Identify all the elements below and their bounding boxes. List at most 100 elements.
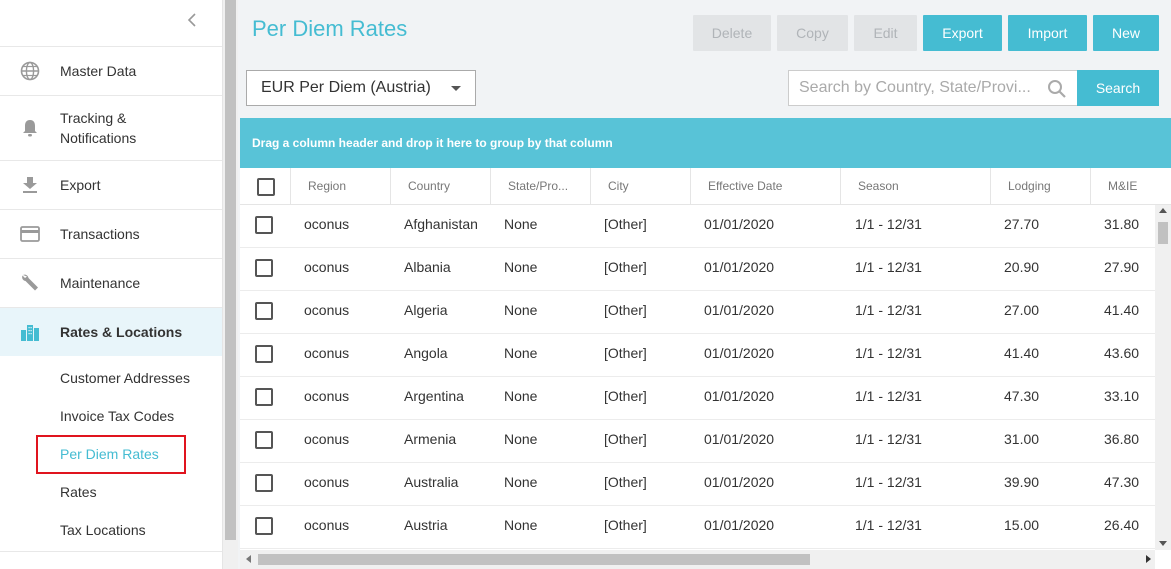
cell-state: None bbox=[504, 517, 538, 533]
cell-country: Armenia bbox=[404, 431, 457, 447]
cell-city: [Other] bbox=[604, 345, 647, 361]
cell-season: 1/1 - 12/31 bbox=[855, 431, 922, 447]
sidebar-item-label: Transactions bbox=[60, 226, 140, 242]
scroll-thumb[interactable] bbox=[258, 554, 810, 565]
cell-country: Angola bbox=[404, 345, 448, 361]
cell-lodging: 31.00 bbox=[1004, 431, 1040, 447]
sidebar-item-master-data[interactable]: Master Data bbox=[0, 47, 222, 96]
cell-region: oconus bbox=[304, 259, 350, 275]
column-header-country[interactable]: Country bbox=[390, 168, 490, 205]
cell-mie: 36.80 bbox=[1104, 431, 1140, 447]
cell-season: 1/1 - 12/31 bbox=[855, 474, 922, 490]
edit-button[interactable]: Edit bbox=[854, 15, 917, 51]
export-button[interactable]: Export bbox=[923, 15, 1002, 51]
cell-country: Argentina bbox=[404, 388, 464, 404]
highlight-box bbox=[36, 435, 186, 474]
table-row[interactable]: oconus Afghanistan None [Other] 01/01/20… bbox=[240, 205, 1155, 248]
cell-lodging: 47.30 bbox=[1004, 388, 1040, 404]
cell-state: None bbox=[504, 302, 538, 318]
row-checkbox[interactable] bbox=[255, 474, 273, 492]
cell-lodging: 20.90 bbox=[1004, 259, 1040, 275]
scroll-down-icon[interactable] bbox=[1159, 541, 1167, 546]
scroll-thumb[interactable] bbox=[1158, 222, 1168, 244]
table-row[interactable]: oconus Austria None [Other] 01/01/2020 1… bbox=[240, 506, 1155, 549]
sidebar-item-maintenance[interactable]: Maintenance bbox=[0, 259, 222, 308]
cell-season: 1/1 - 12/31 bbox=[855, 259, 922, 275]
row-checkbox[interactable] bbox=[255, 388, 273, 406]
cell-state: None bbox=[504, 216, 538, 232]
cell-mie: 31.80 bbox=[1104, 216, 1140, 232]
group-by-drop-zone[interactable]: Drag a column header and drop it here to… bbox=[240, 118, 1171, 168]
sidebar-scrollbar-thumb[interactable] bbox=[225, 0, 236, 540]
row-checkbox[interactable] bbox=[255, 517, 273, 535]
sidebar-subitem-tax-locations[interactable]: Tax Locations bbox=[60, 521, 146, 539]
grid-body: oconus Afghanistan None [Other] 01/01/20… bbox=[240, 205, 1155, 550]
sidebar-subitem-customer-addresses[interactable]: Customer Addresses bbox=[60, 369, 190, 387]
table-row[interactable]: oconus Armenia None [Other] 01/01/2020 1… bbox=[240, 420, 1155, 463]
grid-vertical-scrollbar[interactable] bbox=[1155, 205, 1171, 550]
search-input[interactable] bbox=[788, 70, 1077, 106]
copy-button[interactable]: Copy bbox=[777, 15, 848, 51]
cell-mie: 47.30 bbox=[1104, 474, 1140, 490]
sidebar-subitem-rates[interactable]: Rates bbox=[60, 483, 97, 501]
cell-region: oconus bbox=[304, 345, 350, 361]
table-row[interactable]: oconus Australia None [Other] 01/01/2020… bbox=[240, 463, 1155, 506]
table-row[interactable]: oconus Algeria None [Other] 01/01/2020 1… bbox=[240, 291, 1155, 334]
cell-mie: 27.90 bbox=[1104, 259, 1140, 275]
cell-effective-date: 01/01/2020 bbox=[704, 302, 775, 318]
new-button[interactable]: New bbox=[1093, 15, 1159, 51]
search-button[interactable]: Search bbox=[1077, 70, 1159, 106]
scroll-left-icon[interactable] bbox=[246, 555, 251, 563]
import-button[interactable]: Import bbox=[1008, 15, 1087, 51]
cell-country: Algeria bbox=[404, 302, 448, 318]
scroll-right-icon[interactable] bbox=[1146, 555, 1151, 563]
column-header-mie[interactable]: M&IE bbox=[1090, 168, 1171, 205]
row-checkbox[interactable] bbox=[255, 216, 273, 234]
column-header-state[interactable]: State/Pro... bbox=[490, 168, 590, 205]
column-header-effective-date[interactable]: Effective Date bbox=[690, 168, 840, 205]
sidebar-item-label: Maintenance bbox=[60, 275, 141, 291]
sidebar-item-tracking-notifications[interactable]: Tracking & Notifications bbox=[0, 96, 222, 161]
sidebar-item-label: Master Data bbox=[60, 63, 137, 79]
table-row[interactable]: oconus Albania None [Other] 01/01/2020 1… bbox=[240, 248, 1155, 291]
cell-country: Afghanistan bbox=[404, 216, 478, 232]
column-header-city[interactable]: City bbox=[590, 168, 690, 205]
grid-horizontal-scrollbar[interactable] bbox=[240, 550, 1155, 569]
cell-region: oconus bbox=[304, 517, 350, 533]
cell-lodging: 27.00 bbox=[1004, 302, 1040, 318]
divider bbox=[0, 551, 222, 552]
cell-city: [Other] bbox=[604, 517, 647, 533]
cell-season: 1/1 - 12/31 bbox=[855, 345, 922, 361]
table-row[interactable]: oconus Argentina None [Other] 01/01/2020… bbox=[240, 377, 1155, 420]
row-checkbox[interactable] bbox=[255, 431, 273, 449]
page-title: Per Diem Rates bbox=[252, 16, 408, 41]
table-row[interactable]: oconus Angola None [Other] 01/01/2020 1/… bbox=[240, 334, 1155, 377]
cell-season: 1/1 - 12/31 bbox=[855, 216, 922, 232]
column-header-season[interactable]: Season bbox=[840, 168, 990, 205]
cell-region: oconus bbox=[304, 216, 350, 232]
cell-region: oconus bbox=[304, 431, 350, 447]
sidebar-item-export[interactable]: Export bbox=[0, 161, 222, 210]
sidebar-item-transactions[interactable]: Transactions bbox=[0, 210, 222, 259]
caret-down-icon bbox=[451, 86, 461, 91]
rate-table-select[interactable]: EUR Per Diem (Austria) bbox=[246, 70, 476, 106]
row-checkbox[interactable] bbox=[255, 302, 273, 320]
delete-button[interactable]: Delete bbox=[693, 15, 771, 51]
cell-state: None bbox=[504, 474, 538, 490]
column-header-region[interactable]: Region bbox=[290, 168, 390, 205]
row-checkbox[interactable] bbox=[255, 259, 273, 277]
select-all-checkbox[interactable] bbox=[257, 178, 275, 196]
sidebar-item-rates-locations[interactable]: Rates & Locations bbox=[0, 308, 222, 356]
cell-effective-date: 01/01/2020 bbox=[704, 259, 775, 275]
row-checkbox[interactable] bbox=[255, 345, 273, 363]
chevron-left-icon[interactable] bbox=[184, 12, 200, 32]
cell-city: [Other] bbox=[604, 259, 647, 275]
cell-effective-date: 01/01/2020 bbox=[704, 216, 775, 232]
cell-effective-date: 01/01/2020 bbox=[704, 388, 775, 404]
column-header-lodging[interactable]: Lodging bbox=[990, 168, 1090, 205]
city-icon bbox=[19, 321, 41, 343]
cell-lodging: 27.70 bbox=[1004, 216, 1040, 232]
wrench-icon bbox=[19, 272, 41, 294]
sidebar-subitem-invoice-tax-codes[interactable]: Invoice Tax Codes bbox=[60, 407, 174, 425]
scroll-up-icon[interactable] bbox=[1159, 208, 1167, 213]
